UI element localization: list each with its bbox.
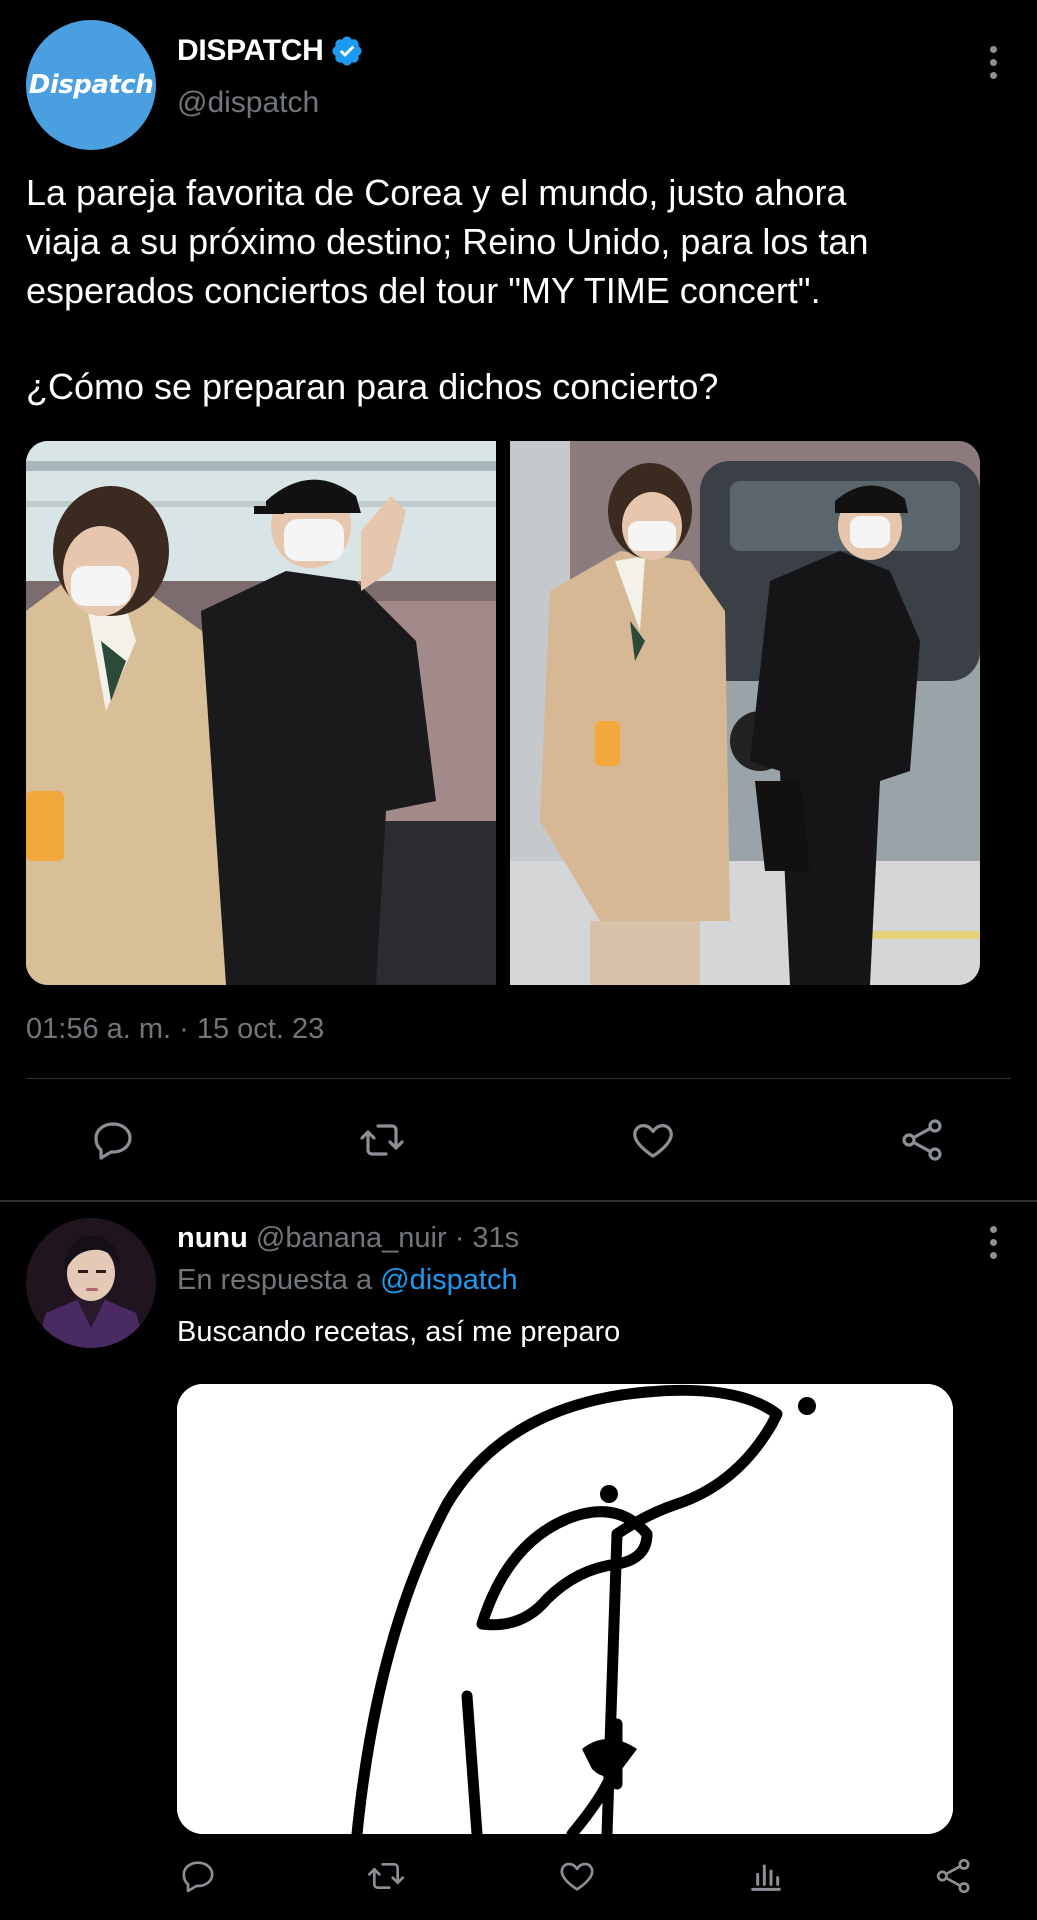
reply-media[interactable] <box>177 1384 953 1834</box>
retweet-button[interactable] <box>355 1114 409 1166</box>
retweet-icon <box>368 1863 404 1889</box>
reply-context-prefix: En respuesta a <box>177 1264 373 1296</box>
reply-icon <box>182 1861 214 1893</box>
reply-time[interactable]: 31s <box>472 1222 519 1254</box>
reply-author-handle[interactable]: @banana_nuir <box>256 1222 447 1254</box>
like-button[interactable] <box>626 1114 680 1166</box>
like-icon <box>633 1124 673 1158</box>
more-options-icon[interactable] <box>987 46 999 79</box>
reply-separator: · <box>454 1222 465 1254</box>
retweet-icon <box>360 1124 404 1156</box>
author-display-name[interactable]: DISPATCH <box>177 34 324 68</box>
share-icon <box>902 1119 942 1161</box>
reply-retweet-button[interactable] <box>364 1854 408 1898</box>
reply-header: nunu @banana_nuir · 31s <box>177 1222 519 1255</box>
reply-like-button[interactable] <box>555 1854 599 1898</box>
reply-views-button[interactable] <box>744 1854 788 1898</box>
reply-context: En respuesta a @dispatch <box>177 1264 518 1297</box>
tweet-photo-2[interactable] <box>510 441 980 985</box>
author-name-row: DISPATCH <box>177 34 364 68</box>
author-avatar[interactable]: Dispatch <box>26 20 156 150</box>
like-icon <box>560 1862 594 1891</box>
reply-reply-button[interactable] <box>176 1854 220 1898</box>
reply-more-options-icon[interactable] <box>987 1226 999 1259</box>
reply-icon <box>94 1122 132 1160</box>
share-icon <box>936 1858 970 1894</box>
tweet-photo-1[interactable] <box>26 441 496 985</box>
reply-avatar-image <box>26 1218 156 1348</box>
divider <box>26 1078 1011 1079</box>
reply-share-button[interactable] <box>932 1854 976 1898</box>
tweet-text: La pareja favorita de Corea y el mundo, … <box>26 168 1016 411</box>
tweet-text-line: viaja a su próximo destino; Reino Unido,… <box>26 221 869 262</box>
tweet-media-grid <box>26 441 980 985</box>
tweet-text-line: esperados conciertos del tour "MY TIME c… <box>26 270 821 311</box>
reply-mention-link[interactable]: @dispatch <box>380 1264 517 1296</box>
reply-author-name[interactable]: nunu <box>177 1222 248 1254</box>
reply-button[interactable] <box>86 1114 140 1166</box>
views-icon <box>751 1864 781 1891</box>
reply-author-avatar[interactable] <box>26 1218 156 1348</box>
share-button[interactable] <box>896 1114 950 1166</box>
dispatch-logo: Dispatch <box>28 70 154 100</box>
tweet-detail-page: Dispatch DISPATCH @dispatch La pareja fa… <box>0 0 1037 1920</box>
airport-photo-left <box>26 441 496 985</box>
author-handle[interactable]: @dispatch <box>177 86 319 120</box>
airport-photo-right <box>510 441 980 985</box>
verified-badge-icon <box>331 36 362 66</box>
cartoon-drawing-image <box>177 1384 953 1834</box>
tweet-text-line: La pareja favorita de Corea y el mundo, … <box>26 172 847 213</box>
tweet-timestamp[interactable]: 01:56 a. m. · 15 oct. 23 <box>26 1013 324 1046</box>
thread-separator <box>0 1200 1037 1202</box>
tweet-question: ¿Cómo se preparan para dichos concierto? <box>26 366 719 407</box>
reply-text: Buscando recetas, así me preparo <box>177 1316 621 1348</box>
